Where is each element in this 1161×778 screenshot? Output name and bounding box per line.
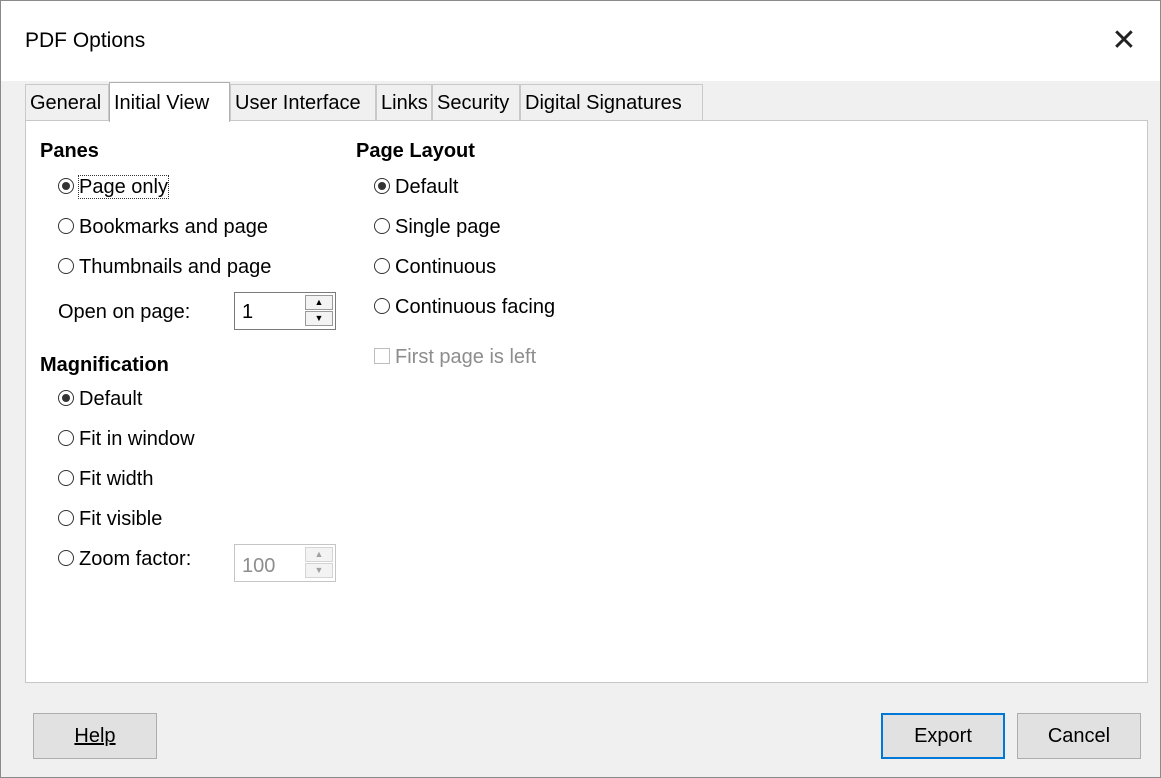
- radio-label: Zoom factor:: [79, 548, 192, 570]
- tab-links[interactable]: Links: [376, 84, 432, 120]
- radio-unselected-icon[interactable]: [58, 549, 74, 566]
- radio-unselected-icon[interactable]: [58, 217, 74, 234]
- radio-selected-icon[interactable]: [58, 389, 74, 406]
- magnification-heading: Magnification: [40, 354, 169, 376]
- cancel-button[interactable]: Cancel: [1017, 713, 1141, 759]
- radio-fit-width[interactable]: Fit width: [58, 468, 153, 491]
- tab-digital-signatures[interactable]: Digital Signatures: [520, 84, 703, 120]
- radio-label: Default: [79, 388, 143, 410]
- radio-thumbnails-and-page[interactable]: Thumbnails and page: [58, 256, 271, 279]
- open-on-page-label: Open on page:: [58, 301, 191, 323]
- radio-label: Page only: [78, 175, 169, 199]
- panes-heading: Panes: [40, 140, 99, 162]
- radio-label: Fit visible: [79, 508, 163, 530]
- checkbox-first-page-left: First page is left: [374, 346, 536, 369]
- radio-unselected-icon[interactable]: [58, 429, 74, 446]
- radio-layout-default[interactable]: Default: [374, 176, 458, 199]
- radio-fit-visible[interactable]: Fit visible: [58, 508, 162, 531]
- export-button-label: Export: [914, 725, 972, 747]
- radio-page-only[interactable]: Page only: [58, 175, 169, 199]
- radio-continuous[interactable]: Continuous: [374, 256, 496, 279]
- checkbox-label: First page is left: [395, 346, 537, 368]
- cancel-button-label: Cancel: [1047, 725, 1111, 747]
- radio-magnification-default[interactable]: Default: [58, 388, 142, 411]
- tab-general[interactable]: General: [25, 84, 109, 120]
- open-on-page-spinbox[interactable]: 1 ▲ ▼: [234, 292, 336, 330]
- radio-single-page[interactable]: Single page: [374, 216, 501, 239]
- radio-label: Thumbnails and page: [79, 256, 272, 278]
- radio-bookmarks-and-page[interactable]: Bookmarks and page: [58, 216, 268, 239]
- initial-view-panel: Panes Page only Bookmarks and page Thumb…: [25, 120, 1148, 683]
- title-bar: PDF Options ✕: [1, 1, 1160, 81]
- tab-security[interactable]: Security: [432, 84, 520, 120]
- tab-initial-view[interactable]: Initial View: [109, 82, 230, 122]
- pdf-options-dialog: PDF Options ✕ General Initial View User …: [0, 0, 1161, 778]
- radio-fit-in-window[interactable]: Fit in window: [58, 428, 195, 451]
- radio-label: Continuous facing: [395, 296, 556, 318]
- radio-selected-icon[interactable]: [58, 177, 74, 194]
- radio-label: Fit width: [79, 468, 154, 490]
- page-layout-heading: Page Layout: [356, 140, 475, 162]
- zoom-factor-value: 100: [242, 555, 276, 577]
- radio-unselected-icon[interactable]: [374, 217, 390, 234]
- radio-selected-icon[interactable]: [374, 177, 390, 194]
- radio-unselected-icon[interactable]: [374, 297, 390, 314]
- spin-buttons: ▲ ▼: [305, 547, 333, 579]
- radio-label: Bookmarks and page: [79, 216, 269, 238]
- radio-zoom-factor[interactable]: Zoom factor:: [58, 548, 191, 571]
- radio-unselected-icon[interactable]: [58, 509, 74, 526]
- spin-down-icon: ▼: [305, 563, 333, 578]
- zoom-factor-spinbox: 100 ▲ ▼: [234, 544, 336, 582]
- export-button[interactable]: Export: [881, 713, 1005, 759]
- open-on-page-value[interactable]: 1: [242, 301, 253, 324]
- radio-label: Single page: [395, 216, 501, 238]
- radio-unselected-icon[interactable]: [58, 257, 74, 274]
- radio-unselected-icon[interactable]: [374, 257, 390, 274]
- help-button-label: Help: [74, 725, 116, 747]
- spin-buttons: ▲ ▼: [305, 295, 333, 327]
- checkbox-icon: [374, 347, 390, 364]
- radio-unselected-icon[interactable]: [58, 469, 74, 486]
- spin-down-icon[interactable]: ▼: [305, 311, 333, 326]
- radio-label: Fit in window: [79, 428, 195, 450]
- radio-continuous-facing[interactable]: Continuous facing: [374, 296, 555, 319]
- spin-up-icon[interactable]: ▲: [305, 295, 333, 310]
- radio-label: Default: [395, 176, 459, 198]
- help-button[interactable]: Help: [33, 713, 157, 759]
- spin-up-icon: ▲: [305, 547, 333, 562]
- close-icon[interactable]: ✕: [1106, 21, 1142, 61]
- radio-label: Continuous: [395, 256, 497, 278]
- tab-user-interface[interactable]: User Interface: [230, 84, 376, 120]
- window-title: PDF Options: [25, 29, 146, 52]
